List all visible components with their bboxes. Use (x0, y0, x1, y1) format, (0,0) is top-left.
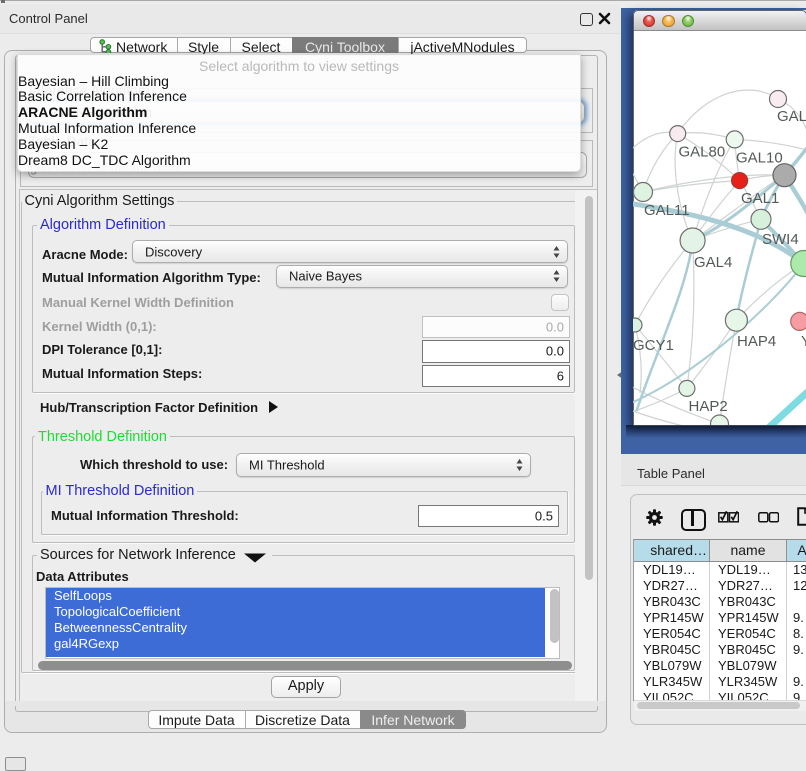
svg-text:GAL80: GAL80 (679, 144, 726, 161)
svg-text:HAP2: HAP2 (689, 398, 728, 415)
svg-text:Y: Y (801, 333, 806, 350)
svg-text:HAP4: HAP4 (737, 333, 776, 350)
svg-text:GAL10: GAL10 (736, 150, 783, 167)
svg-text:GAL4: GAL4 (694, 254, 732, 271)
svg-text:GAL2: GAL2 (777, 108, 806, 125)
svg-text:SWI4: SWI4 (762, 231, 799, 248)
svg-text:GCY1: GCY1 (633, 337, 674, 354)
svg-text:GAL11: GAL11 (644, 202, 690, 219)
svg-text:GAL1: GAL1 (741, 190, 779, 207)
